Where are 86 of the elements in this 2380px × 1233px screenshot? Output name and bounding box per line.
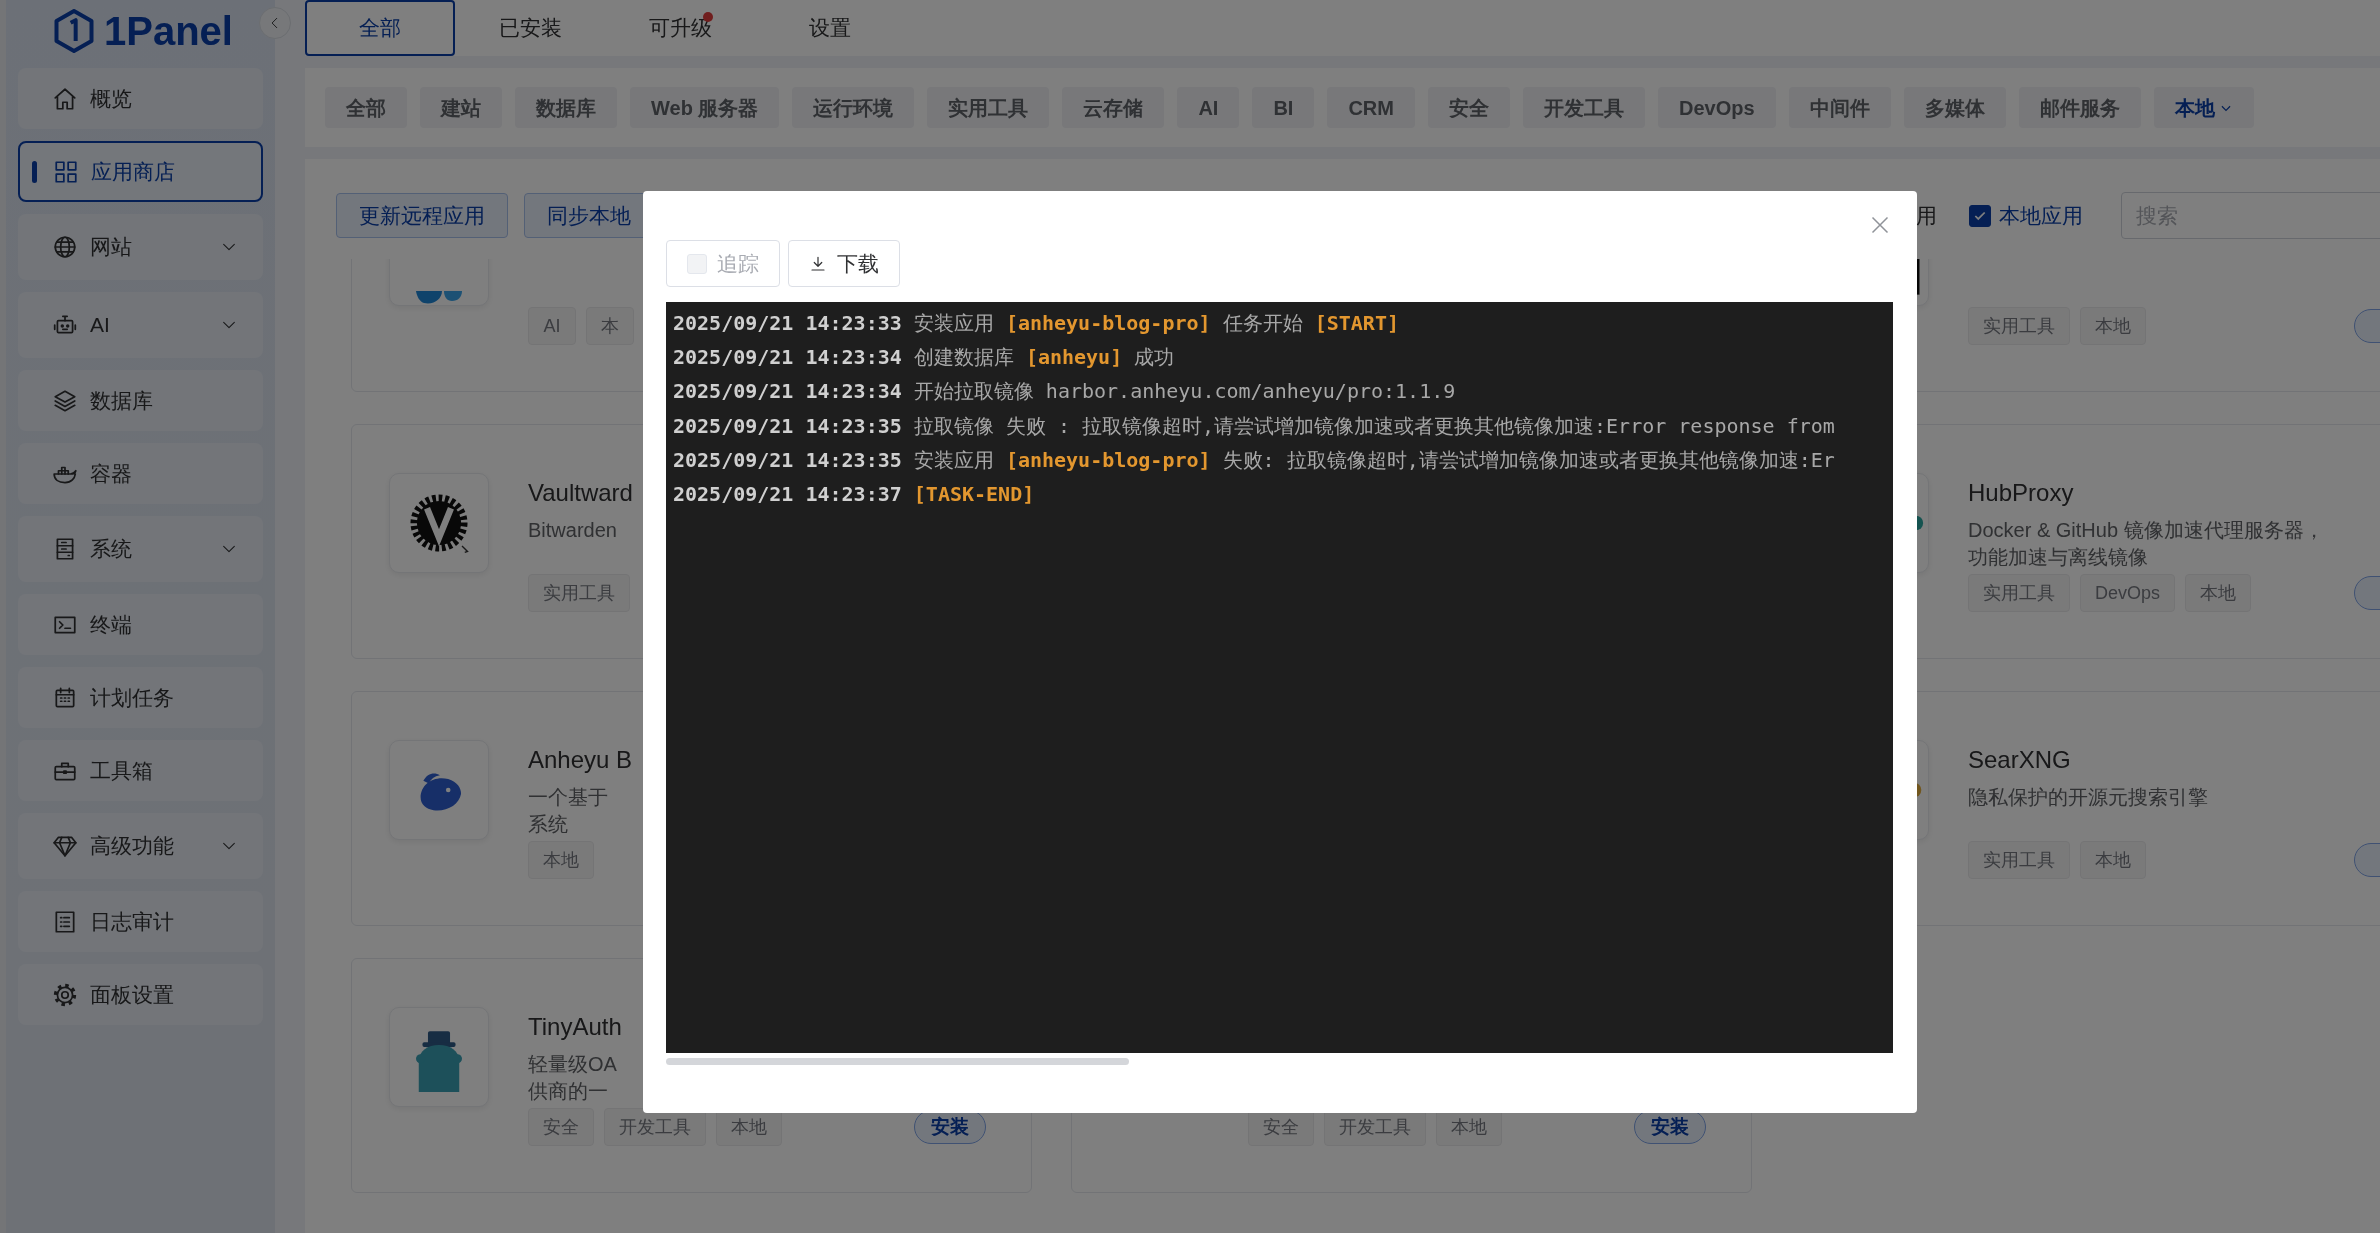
category-button[interactable]: Web 服务器 xyxy=(630,87,780,128)
tab[interactable]: 可升级 xyxy=(605,0,755,56)
close-icon xyxy=(1870,215,1890,235)
sidebar-item[interactable]: 数据库 xyxy=(18,370,263,431)
tag-label: AI xyxy=(528,307,576,345)
app-description: 系统 xyxy=(528,812,568,837)
selection-bar xyxy=(32,160,37,183)
app-description: 供商的一 xyxy=(528,1079,608,1104)
app-title: SearXNG xyxy=(1968,745,2071,775)
log-line: 2025/09/21 14:23:34 开始拉取镜像 harbor.anheyu.com/anheyu/pro:1.1.9 xyxy=(673,378,1457,406)
category-button[interactable]: 邮件服务 xyxy=(2018,87,2141,128)
category-button[interactable]: CRM xyxy=(1327,87,1415,128)
log-line: 2025/09/21 14:23:35 拉取镜像 失败 : 拉取镜像超时,请尝试增加镜像加速或者更换其他镜像加速:Error response from xyxy=(673,412,1836,440)
hexagon-logo-icon xyxy=(54,9,94,53)
tag-label: 实用工具 xyxy=(1968,307,2070,345)
category-button[interactable]: AI xyxy=(1177,87,1240,128)
app-description: Bitwarden xyxy=(528,518,617,543)
tag-label: 本地 xyxy=(528,841,594,879)
checkbox-label: 本地应用 xyxy=(1999,202,2083,229)
category-button[interactable]: 运行环境 xyxy=(792,87,915,128)
log-line: 2025/09/21 14:23:37 [TASK-END] xyxy=(673,481,1036,508)
category-button[interactable]: 开发工具 xyxy=(1522,87,1645,128)
tab[interactable]: 设置 xyxy=(755,0,905,56)
category-button[interactable]: 多媒体 xyxy=(1903,87,2006,128)
download-button[interactable]: 下载 xyxy=(788,240,900,287)
app-description: 功能加速与离线镜像 xyxy=(1968,545,2148,570)
log-line: 2025/09/21 14:23:34 创建数据库 [anheyu] 成功 xyxy=(673,344,1176,372)
log-line: 2025/09/21 14:23:33 安装应用 [anheyu-blog-pro] 任务开始 [START] xyxy=(673,310,1400,337)
category-button[interactable]: BI xyxy=(1252,87,1315,128)
sidebar-item[interactable]: 计划任务 xyxy=(18,667,263,728)
diamond-icon xyxy=(52,833,78,859)
app-title: TinyAuth xyxy=(528,1012,622,1042)
sidebar-item[interactable]: 概览 xyxy=(18,68,263,129)
list-icon xyxy=(52,908,78,935)
category-button[interactable]: 实用工具 xyxy=(927,87,1050,128)
logo-icon xyxy=(414,291,464,305)
sidebar-item[interactable]: 工具箱 xyxy=(18,740,263,801)
category-button[interactable]: 中间件 xyxy=(1788,87,1891,128)
tag-label: 本地 xyxy=(2080,841,2146,879)
checkbox[interactable] xyxy=(1969,204,1991,227)
app-title: Anheyu B xyxy=(528,745,633,775)
tag-label: 安全 xyxy=(528,1108,594,1146)
category-button[interactable]: DevOps xyxy=(1657,87,1776,128)
sidebar-item[interactable]: 面板设置 xyxy=(18,964,263,1025)
app-description: 轻量级OA xyxy=(528,1052,617,1077)
label-text: 用 xyxy=(1916,202,1937,229)
category-button[interactable]: 数据库 xyxy=(515,87,617,128)
calendar-icon xyxy=(52,684,78,711)
sidebar-item[interactable]: 应用商店 xyxy=(18,141,263,202)
scrollbar-thumb[interactable] xyxy=(666,1058,1129,1065)
tag-label: 开发工具 xyxy=(604,1108,706,1146)
app-title: HubProxy xyxy=(1968,478,2074,508)
download-icon xyxy=(809,254,827,273)
tab[interactable]: 全部 xyxy=(305,0,455,56)
app-title: Vaultward xyxy=(528,478,633,508)
category-button[interactable]: 本地 xyxy=(2153,87,2254,128)
tag-label: DevOps xyxy=(2080,574,2176,612)
app-description: Docker & GitHub 镜像加速代理服务器， xyxy=(1968,518,2324,543)
category-button[interactable]: 全部 xyxy=(325,87,407,128)
sidebar-item[interactable]: 终端 xyxy=(18,594,263,655)
tag-label: 本 xyxy=(586,307,634,345)
toolbar-button[interactable]: 更新远程应用 xyxy=(336,193,508,238)
tag-label: 实用工具 xyxy=(528,574,630,612)
tag-label: 实用工具 xyxy=(1968,841,2070,879)
sidebar-item[interactable]: 系统 xyxy=(18,516,263,582)
sidebar-item[interactable]: 网站 xyxy=(18,214,263,280)
sidebar-item[interactable]: 高级功能 xyxy=(18,813,263,879)
category-button[interactable]: 安全 xyxy=(1427,87,1510,128)
app-description: 隐私保护的开源元搜索引擎 xyxy=(1968,785,2208,810)
sidebar-item[interactable]: 容器 xyxy=(18,443,263,504)
category-button[interactable]: 云存储 xyxy=(1062,87,1165,128)
tab[interactable]: 已安装 xyxy=(455,0,605,56)
settings-icon xyxy=(52,981,78,1008)
grid-icon xyxy=(53,158,79,185)
category-button[interactable]: 建站 xyxy=(420,87,502,128)
sidebar-item[interactable]: AI xyxy=(18,292,263,358)
logo-text: 1Panel xyxy=(104,11,233,51)
collapse-button[interactable] xyxy=(259,7,291,39)
sidebar-item[interactable]: 日志审计 xyxy=(18,891,263,952)
tag-label: 本地 xyxy=(2080,307,2146,345)
checkbox-label: 追踪 xyxy=(717,250,759,277)
app-description: 一个基于 xyxy=(528,785,608,810)
tag-label: 本地 xyxy=(2185,574,2252,612)
tag-label: 实用工具 xyxy=(1968,574,2070,612)
globe-icon xyxy=(52,234,78,260)
log-line: 2025/09/21 14:23:35 安装应用 [anheyu-blog-pro] 失败: 拉取镜像超时,请尝试增加镜像加速或者更换其他镜像加速:Er xyxy=(673,446,1836,474)
